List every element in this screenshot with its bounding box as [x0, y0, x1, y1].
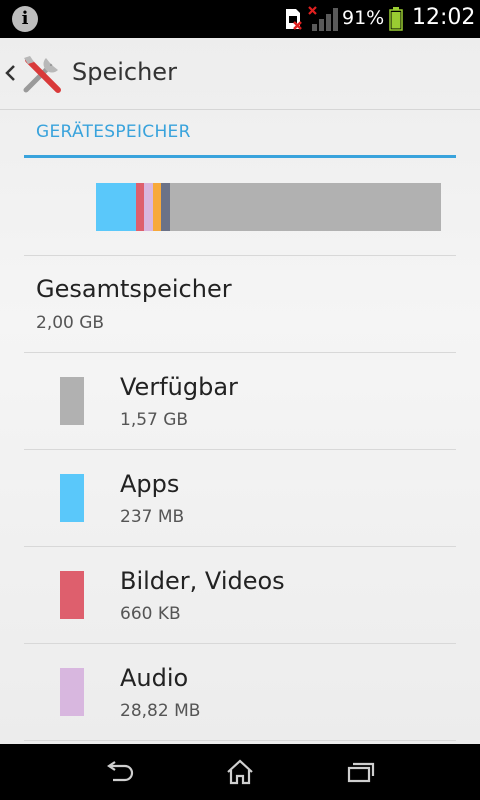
item-value: 28,82 MB [120, 701, 201, 721]
list-item-audio[interactable]: Audio 28,82 MB [0, 644, 480, 740]
color-swatch [60, 474, 84, 522]
section-header: GERÄTESPEICHER [36, 122, 191, 142]
storage-usage-bar [96, 183, 441, 231]
storage-segment-misc [161, 183, 171, 231]
divider [24, 255, 456, 256]
action-bar[interactable]: Speicher [0, 38, 480, 110]
color-swatch [60, 571, 84, 619]
storage-segment-apps [96, 183, 137, 231]
list-item-pictures-videos[interactable]: Bilder, Videos 660 KB [0, 547, 480, 643]
recent-apps-icon [347, 762, 375, 783]
navigation-bar [0, 744, 480, 800]
tools-icon [23, 56, 61, 93]
section-underline [24, 155, 456, 158]
signal-icon [308, 6, 338, 31]
sim-card-icon [286, 9, 302, 30]
status-bar: i 91% 12:02 [0, 0, 480, 38]
list-item-available[interactable]: Verfügbar 1,57 GB [0, 353, 480, 449]
action-bar-divider [0, 109, 480, 110]
total-storage-value: 2,00 GB [36, 313, 105, 333]
storage-segment-audio [144, 183, 154, 231]
item-value: 660 KB [120, 604, 181, 624]
battery-icon [389, 7, 403, 31]
color-swatch [60, 668, 84, 716]
home-icon [227, 759, 253, 785]
list-item-apps[interactable]: Apps 237 MB [0, 450, 480, 546]
clock: 12:02 [412, 5, 476, 30]
back-nav-icon [107, 761, 134, 782]
color-swatch [60, 377, 84, 425]
recent-apps-button[interactable] [280, 744, 440, 800]
item-label: Audio [120, 664, 189, 692]
battery-percent: 91% [342, 7, 385, 29]
item-value: 1,57 GB [120, 410, 189, 430]
storage-segment-available [170, 183, 441, 231]
item-label: Apps [120, 470, 180, 498]
page-title: Speicher [72, 58, 177, 86]
divider [24, 740, 456, 741]
storage-segment-downloads [153, 183, 162, 231]
info-icon: i [12, 6, 38, 32]
item-label: Verfügbar [120, 373, 238, 401]
item-value: 237 MB [120, 507, 185, 527]
item-label: Bilder, Videos [120, 567, 285, 595]
storage-segment-pictures-videos [136, 183, 145, 231]
back-icon[interactable] [4, 60, 16, 86]
total-storage-label: Gesamtspeicher [36, 275, 232, 303]
